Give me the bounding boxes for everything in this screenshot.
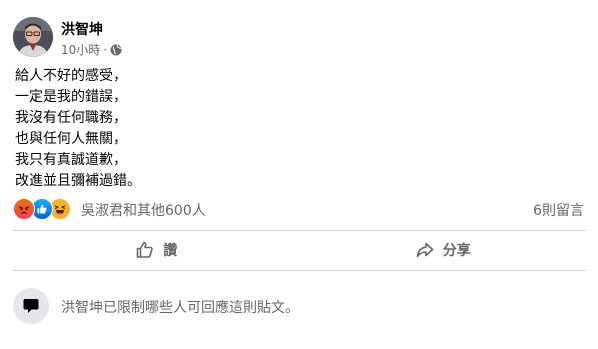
post-header: 洪智坤 10小時 · <box>13 17 583 59</box>
globe-icon[interactable] <box>110 44 122 56</box>
divider <box>13 230 586 231</box>
reactions-summary: 吳淑君和其他600人 6則留言 <box>13 198 586 220</box>
post-meta: 10小時 · <box>61 41 122 58</box>
post-body: 給人不好的感受， 一定是我的錯誤， 我沒有任何職務， 也與任何人無關， 我只有真… <box>15 66 575 192</box>
comment-restriction-notice: 洪智坤已限制哪些人可回應這則貼文。 <box>13 288 586 324</box>
post-card: 洪智坤 10小時 · 給人不好的感受， 一定是我的錯誤， 我沒有任何職務， 也與… <box>0 0 598 349</box>
post-line: 也與任何人無關， <box>15 131 127 147</box>
share-button-label: 分享 <box>442 243 471 259</box>
speech-bubble-icon <box>13 288 49 324</box>
post-line: 我沒有任何職務， <box>15 110 127 126</box>
restriction-text: 洪智坤已限制哪些人可回應這則貼文。 <box>61 300 299 316</box>
divider <box>13 270 586 271</box>
post-line: 改進並且彌補過錯。 <box>15 173 141 189</box>
post-actions: 讚 分享 <box>13 232 586 268</box>
post-line: 一定是我的錯誤， <box>15 89 127 105</box>
meta-separator: · <box>103 42 108 57</box>
like-button[interactable]: 讚 <box>13 232 300 268</box>
share-arrow-icon <box>415 240 435 260</box>
reaction-names[interactable]: 吳淑君和其他600人 <box>81 200 206 220</box>
like-button-label: 讚 <box>163 243 178 259</box>
author-name[interactable]: 洪智坤 <box>61 19 103 39</box>
share-button[interactable]: 分享 <box>300 232 587 268</box>
post-line: 給人不好的感受， <box>15 68 127 84</box>
author-avatar[interactable] <box>13 17 53 57</box>
angry-reaction-icon <box>13 198 35 220</box>
thumbs-up-icon <box>135 240 155 260</box>
comment-count[interactable]: 6則留言 <box>533 200 584 220</box>
reaction-icons[interactable] <box>13 198 71 220</box>
post-line: 我只有真誠道歉， <box>15 152 127 168</box>
post-timestamp[interactable]: 10小時 <box>61 41 100 58</box>
